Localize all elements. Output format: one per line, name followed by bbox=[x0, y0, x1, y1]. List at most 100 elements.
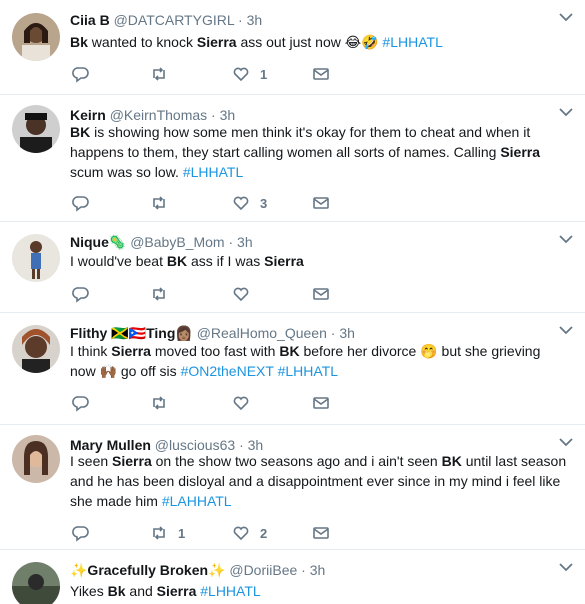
retweet-icon bbox=[153, 67, 165, 81]
timestamp[interactable]: 3h bbox=[220, 107, 236, 123]
heart-icon bbox=[233, 196, 249, 211]
tweet-text-segment: I would've beat bbox=[70, 253, 167, 269]
separator-dot: · bbox=[301, 562, 306, 578]
like-button[interactable]: 3 bbox=[232, 193, 267, 213]
chevron-down-icon[interactable] bbox=[559, 562, 573, 572]
tweet-actions: 1 bbox=[70, 64, 370, 84]
retweet-icon bbox=[153, 196, 165, 210]
direct-message-button[interactable] bbox=[312, 64, 330, 84]
tweet-text-segment: I think bbox=[70, 343, 112, 359]
chevron-down-icon[interactable] bbox=[559, 107, 573, 117]
tweet-text-segment: ass if I was bbox=[187, 253, 265, 269]
heart-icon bbox=[233, 287, 249, 302]
tweet-text-segment: and bbox=[125, 583, 157, 599]
highlighted-keyword: Sierra bbox=[196, 34, 237, 50]
hashtag-link[interactable]: #LHHATL bbox=[278, 363, 338, 379]
direct-message-button[interactable] bbox=[312, 193, 330, 213]
tweet-text: I would've beat BK ass if I was Sierra bbox=[70, 251, 567, 271]
envelope-icon bbox=[313, 397, 329, 409]
timestamp[interactable]: 3h bbox=[237, 234, 253, 250]
tweet[interactable]: Keirn @KeirnThomas · 3h BK is showing ho… bbox=[0, 95, 585, 222]
timestamp[interactable]: 3h bbox=[310, 562, 326, 578]
user-handle[interactable]: @DoriiBee bbox=[229, 562, 297, 578]
tweet[interactable]: ✨Gracefully Broken✨ @DoriiBee · 3h Yikes… bbox=[0, 550, 585, 604]
like-button[interactable] bbox=[232, 393, 260, 413]
reply-icon bbox=[72, 196, 89, 212]
avatar[interactable] bbox=[12, 13, 60, 61]
heart-icon bbox=[233, 67, 249, 82]
retweet-button[interactable] bbox=[150, 284, 178, 304]
tweet[interactable]: Flithy 🇯🇲🇵🇷Ting👩🏽 @RealHomo_Queen · 3h I… bbox=[0, 313, 585, 425]
hashtag-link[interactable]: #LHHATL bbox=[200, 583, 260, 599]
tweet[interactable]: Mary Mullen @luscious63 · 3h I seen Sier… bbox=[0, 425, 585, 550]
direct-message-button[interactable] bbox=[312, 523, 330, 543]
avatar[interactable] bbox=[12, 435, 60, 483]
reply-button[interactable] bbox=[72, 193, 100, 213]
tweet-text-segment: Yikes bbox=[70, 583, 108, 599]
display-name[interactable]: Ciia B bbox=[70, 12, 110, 28]
highlighted-keyword: Sierra bbox=[500, 144, 541, 160]
hashtag-link[interactable]: #ON2theNEXT bbox=[181, 363, 274, 379]
tweet-actions bbox=[70, 284, 370, 304]
tweet-text-segment: on the show two seasons ago and i ain't … bbox=[151, 453, 442, 469]
hashtag-link[interactable]: #LHHATL bbox=[183, 164, 243, 180]
retweet-button[interactable] bbox=[150, 193, 178, 213]
tweet-text: Bk wanted to knock Sierra ass out just n… bbox=[70, 32, 567, 52]
timestamp[interactable]: 3h bbox=[247, 12, 263, 28]
retweet-icon bbox=[153, 396, 165, 410]
reply-button[interactable] bbox=[72, 393, 100, 413]
chevron-down-icon[interactable] bbox=[559, 437, 573, 447]
direct-message-button[interactable] bbox=[312, 284, 330, 304]
hashtag-link[interactable]: #LAHHATL bbox=[162, 493, 232, 509]
highlighted-keyword: BK bbox=[166, 253, 188, 269]
retweet-button[interactable] bbox=[150, 393, 178, 413]
tweet-actions bbox=[70, 393, 370, 413]
user-handle[interactable]: @DATCARTYGIRL bbox=[114, 12, 235, 28]
tweet-text-segment: wanted to knock bbox=[87, 34, 197, 50]
avatar[interactable] bbox=[12, 105, 60, 153]
tweet[interactable]: Nique🦠 @BabyB_Mom · 3h I would've beat B… bbox=[0, 222, 585, 313]
chevron-down-icon[interactable] bbox=[559, 12, 573, 22]
display-name[interactable]: Keirn bbox=[70, 107, 106, 123]
display-name[interactable]: Flithy 🇯🇲🇵🇷Ting👩🏽 bbox=[70, 325, 193, 341]
avatar[interactable] bbox=[12, 234, 60, 282]
reply-button[interactable] bbox=[72, 64, 100, 84]
tweet-text: BK is showing how some men think it's ok… bbox=[70, 122, 567, 182]
display-name[interactable]: Nique🦠 bbox=[70, 234, 126, 250]
highlighted-keyword: Sierra bbox=[112, 453, 152, 469]
heart-icon bbox=[233, 526, 249, 541]
tweet-text-segment: ass out just now 😂🤣 bbox=[236, 34, 383, 50]
reply-icon bbox=[72, 287, 89, 303]
separator-dot: · bbox=[211, 107, 216, 123]
direct-message-button[interactable] bbox=[312, 393, 330, 413]
tweet[interactable]: Ciia B @DATCARTYGIRL · 3h Bk wanted to k… bbox=[0, 0, 585, 95]
reply-button[interactable] bbox=[72, 284, 100, 304]
retweet-icon bbox=[153, 526, 165, 540]
highlighted-keyword: Bk bbox=[70, 34, 88, 50]
display-name[interactable]: ✨Gracefully Broken✨ bbox=[70, 562, 225, 578]
retweet-button[interactable] bbox=[150, 64, 178, 84]
avatar[interactable] bbox=[12, 325, 60, 373]
like-button[interactable] bbox=[232, 284, 260, 304]
chevron-down-icon[interactable] bbox=[559, 234, 573, 244]
chevron-down-icon[interactable] bbox=[559, 325, 573, 335]
user-handle[interactable]: @RealHomo_Queen bbox=[197, 325, 327, 341]
like-count: 3 bbox=[260, 195, 268, 211]
highlighted-keyword: Sierra bbox=[264, 253, 304, 269]
envelope-icon bbox=[313, 527, 329, 539]
user-handle[interactable]: @KeirnThomas bbox=[110, 107, 207, 123]
separator-dot: · bbox=[228, 234, 234, 250]
hashtag-link[interactable]: #LHHATL bbox=[382, 34, 442, 50]
highlighted-keyword: BK bbox=[441, 453, 462, 469]
like-button[interactable]: 2 bbox=[232, 523, 267, 543]
like-button[interactable]: 1 bbox=[232, 64, 267, 84]
tweet-timeline: Ciia B @DATCARTYGIRL · 3h Bk wanted to k… bbox=[0, 0, 585, 604]
retweet-icon bbox=[153, 287, 165, 301]
retweet-button[interactable]: 1 bbox=[150, 523, 185, 543]
timestamp[interactable]: 3h bbox=[339, 325, 355, 341]
tweet-text-segment: I seen bbox=[70, 453, 113, 469]
user-handle[interactable]: @BabyB_Mom bbox=[130, 234, 224, 250]
avatar[interactable] bbox=[12, 562, 60, 604]
reply-button[interactable] bbox=[72, 523, 100, 543]
highlighted-keyword: Sierra bbox=[156, 583, 197, 599]
